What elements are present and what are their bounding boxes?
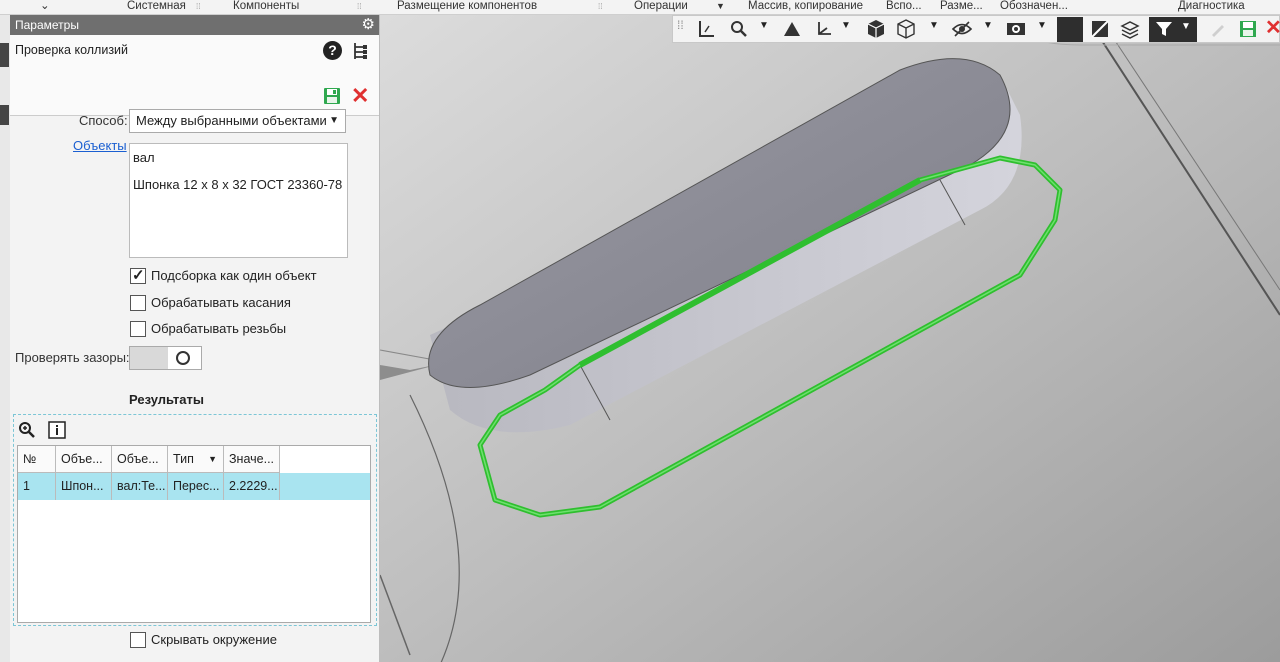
save-icon[interactable]: [323, 87, 341, 105]
3d-scene: [380, 15, 1280, 662]
subassembly-checkbox[interactable]: [130, 266, 146, 284]
dock-tab[interactable]: [0, 105, 9, 125]
ribbon-section-system[interactable]: Системная: [127, 0, 186, 14]
view-toolbar: ⁞⁞ ▼ ▼ ▼ ▼ ▼ ▼ ✕: [672, 15, 1280, 43]
table-cell: Шпон...: [56, 473, 112, 500]
snap-icon[interactable]: [1057, 17, 1083, 42]
ribbon-section-aux[interactable]: Вспо...: [886, 0, 922, 14]
command-box: Проверка коллизий ? ✕: [10, 35, 379, 116]
column-header-object2[interactable]: Объе...: [112, 446, 168, 473]
grip-icon: ⁞⁞: [357, 2, 362, 11]
axes-icon[interactable]: [813, 18, 835, 40]
gap-toggle[interactable]: [129, 346, 202, 370]
ribbon-section-placement[interactable]: Размещение компонентов: [397, 0, 537, 14]
results-title: Результаты: [129, 392, 204, 407]
threads-checkbox[interactable]: [130, 321, 146, 337]
hide-env-checkbox[interactable]: [130, 632, 146, 648]
chevron-down-icon[interactable]: ▼: [759, 20, 769, 31]
close-icon[interactable]: ✕: [351, 85, 369, 107]
subassembly-label: Подсборка как один объект: [151, 268, 317, 283]
show-icon[interactable]: [1005, 18, 1027, 40]
info-icon[interactable]: [48, 421, 66, 439]
3d-viewport[interactable]: [380, 15, 1280, 662]
toggle-off-icon: [176, 351, 190, 365]
chevron-down-icon: ▼: [329, 115, 339, 126]
chevron-down-icon[interactable]: ▼: [929, 20, 939, 31]
column-header-value[interactable]: Значе...: [224, 446, 280, 473]
help-icon[interactable]: ?: [323, 41, 342, 60]
table-cell: 2.2229...: [224, 473, 280, 500]
ribbon-section-dimensions[interactable]: Разме...: [940, 0, 983, 14]
touches-label: Обрабатывать касания: [151, 295, 291, 310]
wireframe-cube-icon[interactable]: [895, 18, 917, 40]
dropdown-arrow-icon[interactable]: ▼: [716, 0, 725, 14]
panel-title: Параметры: [15, 18, 79, 32]
chevron-down-icon[interactable]: ▼: [841, 20, 851, 31]
axis-icon[interactable]: [695, 18, 717, 40]
gap-label: Проверять зазоры:: [15, 350, 130, 365]
table-cell: 1: [18, 473, 56, 500]
results-table: № Объе... Объе... Тип ▼ Значе... 1 Шпон.…: [17, 445, 371, 623]
table-cell: вал:Те...: [112, 473, 168, 500]
section-icon[interactable]: [1089, 18, 1111, 40]
hide-icon[interactable]: [951, 18, 973, 40]
objects-link[interactable]: Объекты: [73, 138, 127, 153]
table-cell: Перес...: [168, 473, 224, 500]
ribbon-section-designations[interactable]: Обозначен...: [1000, 0, 1068, 14]
column-header-object1[interactable]: Объе...: [56, 446, 112, 473]
chevron-down-icon[interactable]: ▼: [1037, 20, 1047, 31]
ribbon-section-bar: ⌄ Системная ⁞⁞ Компоненты ⁞⁞ Размещение …: [0, 0, 1280, 15]
touches-checkbox[interactable]: [130, 295, 146, 311]
results-box: № Объе... Объе... Тип ▼ Значе... 1 Шпон.…: [13, 414, 377, 626]
ribbon-section-components[interactable]: Компоненты: [233, 0, 299, 14]
chevron-down-icon: ▼: [1181, 21, 1191, 32]
pencil-icon[interactable]: [1207, 18, 1229, 40]
ribbon-section-array[interactable]: Массив, копирование: [748, 0, 863, 14]
chevron-down-icon[interactable]: ⌄: [40, 0, 60, 14]
method-select[interactable]: Между выбранными объектами ▼: [129, 109, 346, 133]
objects-list[interactable]: вал Шпонка 12 x 8 x 32 ГОСТ 23360-78: [129, 143, 348, 258]
threads-label: Обрабатывать резьбы: [151, 321, 287, 336]
orientation-icon[interactable]: [781, 18, 803, 40]
close-icon[interactable]: ✕: [1265, 16, 1280, 40]
method-select-value: Между выбранными объектами: [136, 113, 327, 128]
column-header-type[interactable]: Тип ▼: [168, 446, 224, 473]
layers-icon[interactable]: [1119, 18, 1141, 40]
zoom-icon[interactable]: [18, 421, 36, 439]
tree-icon[interactable]: [352, 41, 368, 61]
hide-env-label: Скрывать окружение: [151, 632, 277, 647]
grip-icon: ⁞⁞: [598, 2, 603, 11]
column-header-number[interactable]: №: [18, 446, 56, 473]
filter-button[interactable]: ▼: [1149, 17, 1197, 42]
ribbon-section-operations[interactable]: Операции: [634, 0, 688, 14]
method-label: Способ:: [79, 113, 128, 128]
ribbon-section-diagnostics[interactable]: Диагностика: [1178, 0, 1245, 14]
zoom-icon[interactable]: [728, 18, 750, 40]
filter-icon: [1156, 22, 1172, 36]
list-item[interactable]: вал: [133, 150, 155, 165]
command-title: Проверка коллизий: [15, 43, 129, 57]
column-header-type-label: Тип: [173, 452, 194, 466]
grip-icon: ⁞⁞: [677, 18, 684, 32]
dock-tab[interactable]: [0, 43, 9, 67]
toggle-knob: [130, 347, 168, 369]
shaded-cube-icon[interactable]: [865, 18, 887, 40]
save-icon[interactable]: [1237, 18, 1259, 40]
gear-icon[interactable]: ⚙: [362, 16, 375, 34]
panel-header: Параметры ⚙: [10, 15, 379, 35]
parameters-panel: Параметры ⚙ Проверка коллизий ? ✕ Способ…: [10, 15, 380, 662]
chevron-down-icon[interactable]: ▼: [983, 20, 993, 31]
grip-icon: ⁞⁞: [196, 2, 201, 11]
filter-icon[interactable]: ▼: [208, 446, 217, 472]
list-item[interactable]: Шпонка 12 x 8 x 32 ГОСТ 23360-78: [133, 177, 342, 192]
